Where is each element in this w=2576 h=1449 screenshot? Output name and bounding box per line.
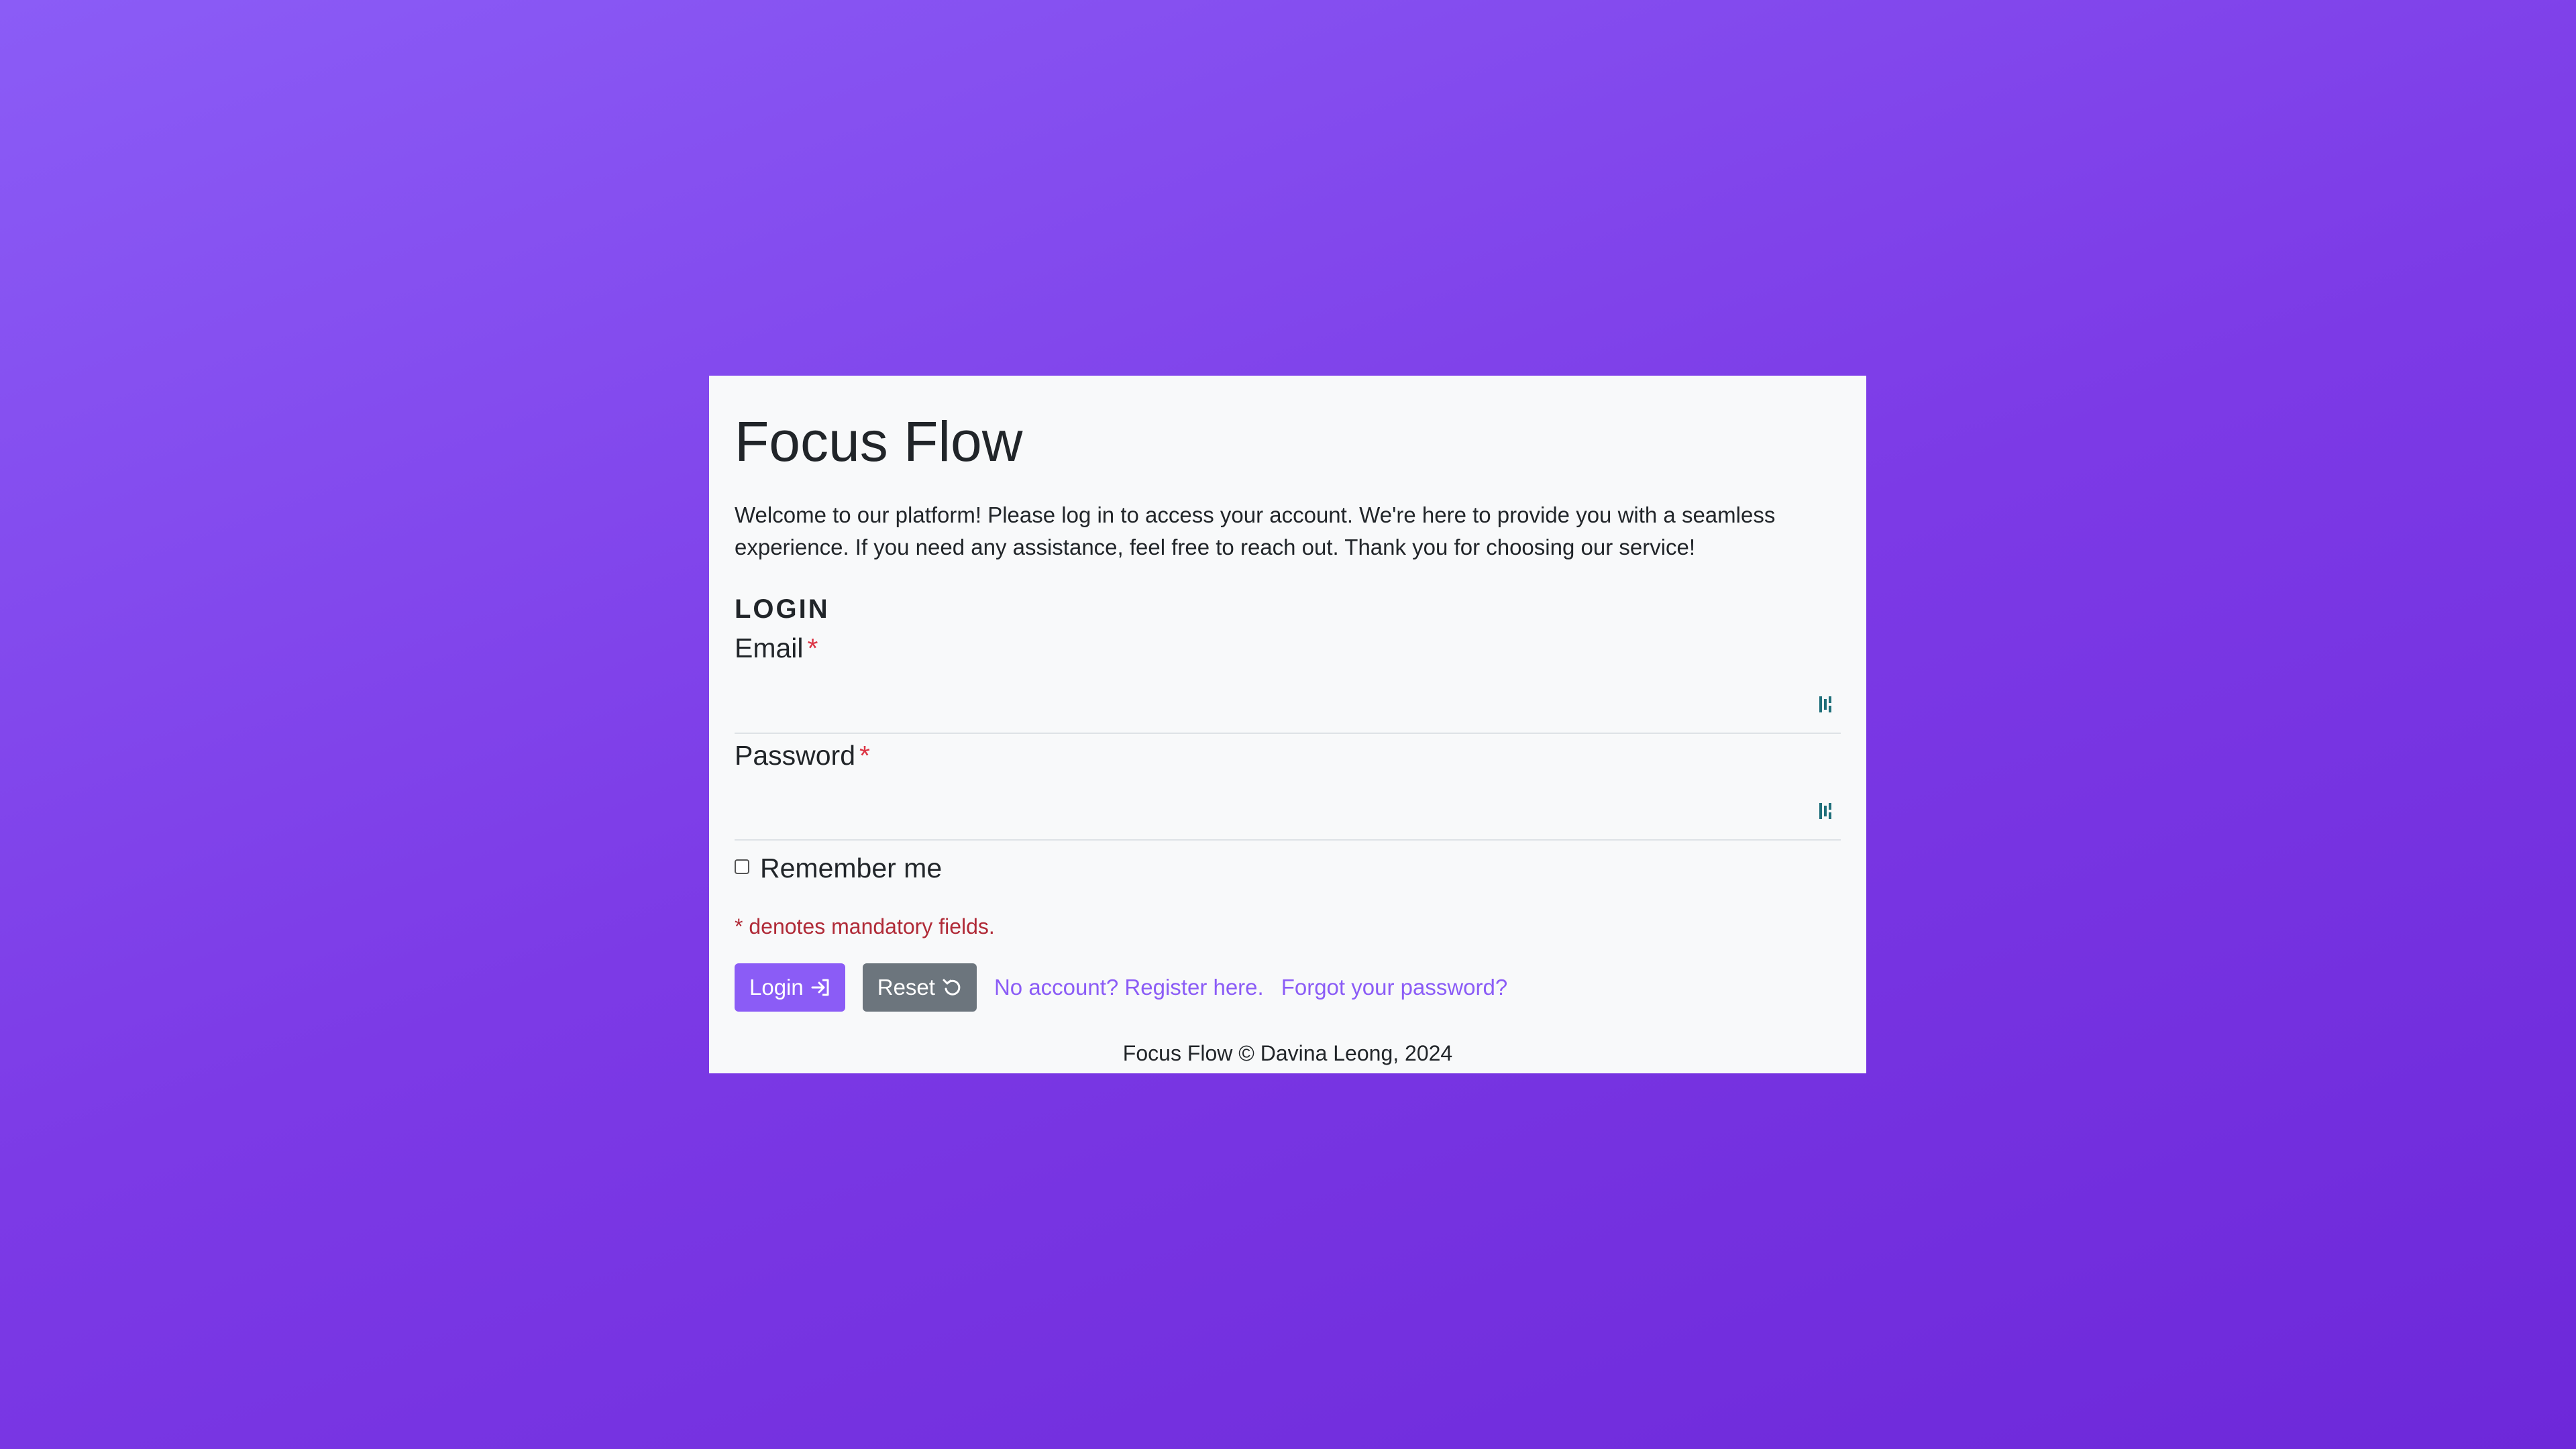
reset-button[interactable]: Reset <box>862 963 977 1012</box>
login-button-label: Login <box>749 974 804 1000</box>
login-card: Focus Flow Welcome to our platform! Plea… <box>709 376 1866 1073</box>
password-manager-icon[interactable] <box>1818 800 1833 822</box>
required-marker: * <box>859 739 870 771</box>
login-button[interactable]: Login <box>735 963 845 1012</box>
remember-me-checkbox[interactable] <box>735 859 749 874</box>
reset-button-label: Reset <box>877 974 935 1000</box>
password-group: Password * <box>735 739 1841 841</box>
email-field[interactable] <box>735 665 1841 733</box>
page-title: Focus Flow <box>735 410 1023 473</box>
password-label-text: Password <box>735 739 856 771</box>
password-manager-icon[interactable] <box>1818 694 1833 715</box>
forgot-password-link[interactable]: Forgot your password? <box>1281 975 1508 1000</box>
password-field[interactable] <box>735 771 1841 839</box>
password-label: Password * <box>735 739 1841 772</box>
register-link[interactable]: No account? Register here. <box>994 975 1264 1000</box>
required-marker: * <box>807 633 818 664</box>
email-group: Email * <box>735 632 1841 734</box>
form-actions: Login Reset No account? Register here. F… <box>735 963 1841 1012</box>
password-field-wrapper <box>735 771 1841 841</box>
reset-icon <box>943 979 961 996</box>
remember-me-label[interactable]: Remember me <box>760 853 942 884</box>
login-heading: LOGIN <box>735 594 830 625</box>
remember-me-row: Remember me <box>735 849 1841 889</box>
email-field-wrapper <box>735 665 1841 734</box>
email-label-text: Email <box>735 633 804 664</box>
footer-text: Focus Flow © Davina Leong, 2024 <box>1122 1040 1453 1065</box>
login-arrow-icon <box>811 979 829 996</box>
email-label: Email * <box>735 632 1841 665</box>
welcome-text: Welcome to our platform! Please log in t… <box>735 502 1776 560</box>
mandatory-note: * denotes mandatory fields. <box>735 914 995 938</box>
